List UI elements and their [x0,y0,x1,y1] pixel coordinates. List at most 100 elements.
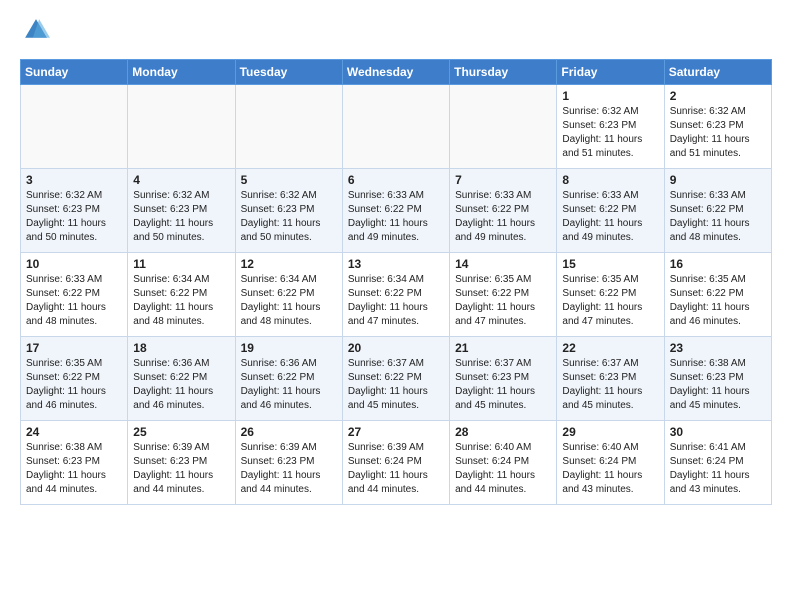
day-number: 24 [26,425,122,439]
day-number: 3 [26,173,122,187]
day-info: Sunrise: 6:37 AM Sunset: 6:23 PM Dayligh… [455,357,551,413]
day-cell: 24 Sunrise: 6:38 AM Sunset: 6:23 PM Dayli… [21,421,128,505]
day-info: Sunrise: 6:33 AM Sunset: 6:22 PM Dayligh… [455,189,551,245]
weekday-header-saturday: Saturday [664,60,771,85]
day-number: 30 [670,425,766,439]
day-cell: 2 Sunrise: 6:32 AM Sunset: 6:23 PM Daylig… [664,85,771,169]
day-info: Sunrise: 6:39 AM Sunset: 6:23 PM Dayligh… [241,441,337,497]
day-info: Sunrise: 6:35 AM Sunset: 6:22 PM Dayligh… [26,357,122,413]
day-cell: 30 Sunrise: 6:41 AM Sunset: 6:24 PM Dayli… [664,421,771,505]
day-number: 15 [562,257,658,271]
weekday-header-monday: Monday [128,60,235,85]
weekday-header-row: SundayMondayTuesdayWednesdayThursdayFrid… [21,60,772,85]
day-info: Sunrise: 6:32 AM Sunset: 6:23 PM Dayligh… [562,105,658,161]
day-info: Sunrise: 6:37 AM Sunset: 6:23 PM Dayligh… [562,357,658,413]
day-cell [235,85,342,169]
day-number: 26 [241,425,337,439]
day-info: Sunrise: 6:32 AM Sunset: 6:23 PM Dayligh… [670,105,766,161]
day-number: 12 [241,257,337,271]
day-info: Sunrise: 6:38 AM Sunset: 6:23 PM Dayligh… [670,357,766,413]
day-info: Sunrise: 6:35 AM Sunset: 6:22 PM Dayligh… [670,273,766,329]
calendar-page: SundayMondayTuesdayWednesdayThursdayFrid… [0,0,792,521]
day-cell: 29 Sunrise: 6:40 AM Sunset: 6:24 PM Dayli… [557,421,664,505]
week-row-5: 24 Sunrise: 6:38 AM Sunset: 6:23 PM Dayli… [21,421,772,505]
day-number: 21 [455,341,551,355]
day-cell: 21 Sunrise: 6:37 AM Sunset: 6:23 PM Dayli… [450,337,557,421]
day-cell: 12Sunrise: 6:34 AM Sunset: 6:22 PM Dayli… [235,253,342,337]
day-number: 14 [455,257,551,271]
day-number: 13 [348,257,444,271]
day-number: 20 [348,341,444,355]
day-info: Sunrise: 6:34 AM Sunset: 6:22 PM Dayligh… [348,273,444,329]
day-cell: 14 Sunrise: 6:35 AM Sunset: 6:22 PM Dayli… [450,253,557,337]
day-cell: 25Sunrise: 6:39 AM Sunset: 6:23 PM Dayli… [128,421,235,505]
week-row-1: 1Sunrise: 6:32 AM Sunset: 6:23 PM Daylig… [21,85,772,169]
day-number: 2 [670,89,766,103]
day-info: Sunrise: 6:34 AM Sunset: 6:22 PM Dayligh… [133,273,229,329]
day-cell [128,85,235,169]
day-cell: 27 Sunrise: 6:39 AM Sunset: 6:24 PM Dayli… [342,421,449,505]
day-cell: 19Sunrise: 6:36 AM Sunset: 6:22 PM Dayli… [235,337,342,421]
day-number: 5 [241,173,337,187]
day-cell: 28 Sunrise: 6:40 AM Sunset: 6:24 PM Dayli… [450,421,557,505]
day-number: 6 [348,173,444,187]
logo [20,16,54,49]
day-number: 18 [133,341,229,355]
weekday-header-thursday: Thursday [450,60,557,85]
day-number: 10 [26,257,122,271]
day-info: Sunrise: 6:33 AM Sunset: 6:22 PM Dayligh… [348,189,444,245]
day-info: Sunrise: 6:32 AM Sunset: 6:23 PM Dayligh… [241,189,337,245]
day-info: Sunrise: 6:33 AM Sunset: 6:22 PM Dayligh… [562,189,658,245]
day-number: 23 [670,341,766,355]
day-number: 27 [348,425,444,439]
day-info: Sunrise: 6:35 AM Sunset: 6:22 PM Dayligh… [455,273,551,329]
day-cell: 23 Sunrise: 6:38 AM Sunset: 6:23 PM Dayli… [664,337,771,421]
day-info: Sunrise: 6:33 AM Sunset: 6:22 PM Dayligh… [26,273,122,329]
day-info: Sunrise: 6:39 AM Sunset: 6:24 PM Dayligh… [348,441,444,497]
day-cell: 17 Sunrise: 6:35 AM Sunset: 6:22 PM Dayli… [21,337,128,421]
day-cell: 8 Sunrise: 6:33 AM Sunset: 6:22 PM Daylig… [557,169,664,253]
day-cell: 9 Sunrise: 6:33 AM Sunset: 6:22 PM Daylig… [664,169,771,253]
day-cell: 26 Sunrise: 6:39 AM Sunset: 6:23 PM Dayli… [235,421,342,505]
day-cell: 15 Sunrise: 6:35 AM Sunset: 6:22 PM Dayli… [557,253,664,337]
day-number: 29 [562,425,658,439]
day-info: Sunrise: 6:39 AM Sunset: 6:23 PM Dayligh… [133,441,229,497]
header [20,16,772,49]
day-number: 9 [670,173,766,187]
day-cell: 10 Sunrise: 6:33 AM Sunset: 6:22 PM Dayli… [21,253,128,337]
day-cell [342,85,449,169]
day-number: 8 [562,173,658,187]
day-cell [21,85,128,169]
day-info: Sunrise: 6:36 AM Sunset: 6:22 PM Dayligh… [133,357,229,413]
calendar-table: SundayMondayTuesdayWednesdayThursdayFrid… [20,59,772,505]
day-cell: 7 Sunrise: 6:33 AM Sunset: 6:22 PM Daylig… [450,169,557,253]
day-cell: 18 Sunrise: 6:36 AM Sunset: 6:22 PM Dayli… [128,337,235,421]
day-info: Sunrise: 6:40 AM Sunset: 6:24 PM Dayligh… [455,441,551,497]
day-number: 4 [133,173,229,187]
day-cell: 5 Sunrise: 6:32 AM Sunset: 6:23 PM Daylig… [235,169,342,253]
day-cell: 11 Sunrise: 6:34 AM Sunset: 6:22 PM Dayli… [128,253,235,337]
day-cell: 22Sunrise: 6:37 AM Sunset: 6:23 PM Dayli… [557,337,664,421]
day-cell: 20 Sunrise: 6:37 AM Sunset: 6:22 PM Dayli… [342,337,449,421]
day-number: 17 [26,341,122,355]
day-info: Sunrise: 6:37 AM Sunset: 6:22 PM Dayligh… [348,357,444,413]
day-cell: 1Sunrise: 6:32 AM Sunset: 6:23 PM Daylig… [557,85,664,169]
day-number: 28 [455,425,551,439]
weekday-header-tuesday: Tuesday [235,60,342,85]
day-info: Sunrise: 6:41 AM Sunset: 6:24 PM Dayligh… [670,441,766,497]
weekday-header-wednesday: Wednesday [342,60,449,85]
day-info: Sunrise: 6:35 AM Sunset: 6:22 PM Dayligh… [562,273,658,329]
weekday-header-friday: Friday [557,60,664,85]
day-cell: 13 Sunrise: 6:34 AM Sunset: 6:22 PM Dayli… [342,253,449,337]
day-info: Sunrise: 6:32 AM Sunset: 6:23 PM Dayligh… [26,189,122,245]
day-info: Sunrise: 6:38 AM Sunset: 6:23 PM Dayligh… [26,441,122,497]
day-number: 7 [455,173,551,187]
day-cell: 16 Sunrise: 6:35 AM Sunset: 6:22 PM Dayli… [664,253,771,337]
day-info: Sunrise: 6:33 AM Sunset: 6:22 PM Dayligh… [670,189,766,245]
week-row-3: 10 Sunrise: 6:33 AM Sunset: 6:22 PM Dayli… [21,253,772,337]
day-number: 16 [670,257,766,271]
week-row-2: 3 Sunrise: 6:32 AM Sunset: 6:23 PM Daylig… [21,169,772,253]
day-cell: 3 Sunrise: 6:32 AM Sunset: 6:23 PM Daylig… [21,169,128,253]
day-number: 11 [133,257,229,271]
day-info: Sunrise: 6:40 AM Sunset: 6:24 PM Dayligh… [562,441,658,497]
